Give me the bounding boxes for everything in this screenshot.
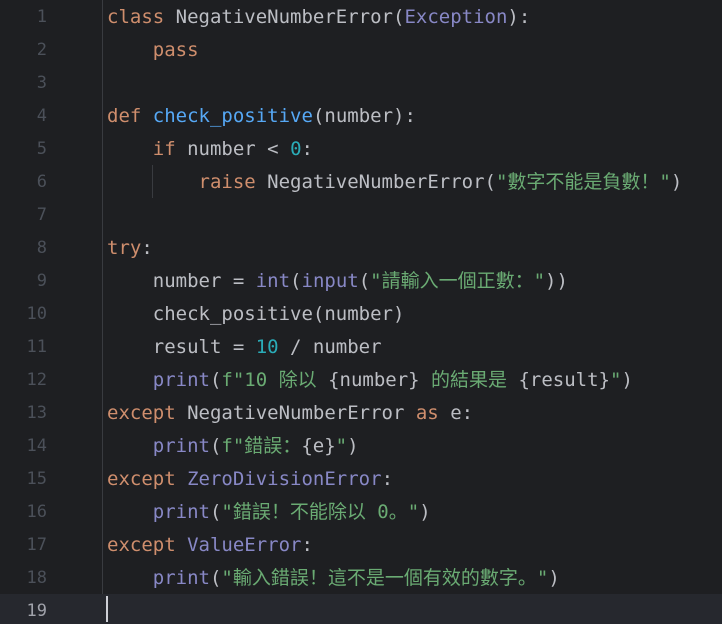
code-text[interactable]: result = 10 / number (107, 334, 382, 360)
line-number: 3 (36, 73, 47, 93)
line-number: 11 (26, 337, 47, 357)
line-number: 16 (26, 502, 47, 522)
code-text[interactable]: print("錯誤！不能除以 0。") (107, 499, 431, 525)
code-line-10[interactable]: 10 check_positive(number) (0, 297, 722, 330)
line-number: 13 (26, 403, 47, 423)
line-number: 10 (26, 304, 47, 324)
line-number: 8 (36, 238, 47, 258)
line-number: 7 (36, 205, 47, 225)
code-line-4[interactable]: 4 def check_positive(number): (0, 99, 722, 132)
code-text[interactable]: print(f"錯誤：{e}") (107, 433, 359, 459)
line-number: 17 (26, 535, 47, 555)
code-line-15[interactable]: 15 except ZeroDivisionError: (0, 462, 722, 495)
line-number: 4 (36, 106, 47, 126)
code-line-6[interactable]: 6 raise NegativeNumberError("數字不能是負數！") (0, 165, 722, 198)
code-line-14[interactable]: 14 print(f"錯誤：{e}") (0, 429, 722, 462)
code-editor[interactable]: 1 class NegativeNumberError(Exception): … (0, 0, 722, 624)
indent-guide (152, 165, 153, 198)
code-line-2[interactable]: 2 pass (0, 33, 722, 66)
code-text[interactable]: check_positive(number) (107, 301, 405, 327)
line-number: 15 (26, 469, 47, 489)
line-number: 19 (26, 601, 47, 621)
code-text[interactable]: if number < 0: (107, 136, 313, 162)
line-number: 14 (26, 436, 47, 456)
code-line-3[interactable]: 3 (0, 66, 722, 99)
code-line-19[interactable]: 19 (0, 594, 722, 624)
code-line-1[interactable]: 1 class NegativeNumberError(Exception): (0, 0, 722, 33)
line-number: 9 (36, 271, 47, 291)
line-number: 18 (26, 568, 47, 588)
code-line-7[interactable]: 7 (0, 198, 722, 231)
line-number: 2 (36, 40, 47, 60)
code-line-9[interactable]: 9 number = int(input("請輸入一個正數：")) (0, 264, 722, 297)
line-number: 12 (26, 370, 47, 390)
line-number: 1 (36, 7, 47, 27)
code-line-12[interactable]: 12 print(f"10 除以 {number} 的結果是 {result}"… (0, 363, 722, 396)
line-number: 6 (36, 172, 47, 192)
code-line-5[interactable]: 5 if number < 0: (0, 132, 722, 165)
code-line-11[interactable]: 11 result = 10 / number (0, 330, 722, 363)
code-text[interactable]: raise NegativeNumberError("數字不能是負數！") (107, 169, 683, 195)
code-text[interactable]: print("輸入錯誤！這不是一個有效的數字。") (107, 565, 560, 591)
code-text[interactable]: try: (107, 235, 153, 261)
code-text[interactable]: print(f"10 除以 {number} 的結果是 {result}") (107, 367, 633, 393)
code-line-17[interactable]: 17 except ValueError: (0, 528, 722, 561)
code-line-16[interactable]: 16 print("錯誤！不能除以 0。") (0, 495, 722, 528)
code-text[interactable]: except ValueError: (107, 532, 313, 558)
code-line-13[interactable]: 13 except NegativeNumberError as e: (0, 396, 722, 429)
code-text[interactable]: class NegativeNumberError(Exception): (107, 4, 530, 30)
code-text[interactable]: except NegativeNumberError as e: (107, 400, 473, 426)
text-cursor (106, 596, 108, 622)
line-number: 5 (36, 139, 47, 159)
code-text[interactable]: except ZeroDivisionError: (107, 466, 393, 492)
code-text[interactable]: number = int(input("請輸入一個正數：")) (107, 268, 568, 294)
code-line-18[interactable]: 18 print("輸入錯誤！這不是一個有效的數字。") (0, 561, 722, 594)
code-line-8[interactable]: 8 try: (0, 231, 722, 264)
code-text[interactable]: pass (107, 37, 199, 63)
code-text[interactable]: def check_positive(number): (107, 103, 416, 129)
